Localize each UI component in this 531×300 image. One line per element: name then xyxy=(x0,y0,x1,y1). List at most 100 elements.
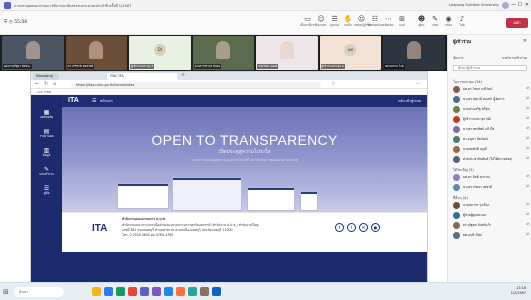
site-sidebar-item[interactable]: ✎ แบบสำรวจ xyxy=(31,166,62,177)
participant-search-input[interactable]: ค้นหาผู้เข้าร่วม xyxy=(453,65,527,71)
meeting-tool-button[interactable]: ⊞ แอป xyxy=(395,15,410,28)
hero-description: ระบบการประเมินคุณธรรมและความโปร่งใสในการ… xyxy=(191,158,298,162)
start-icon[interactable]: ⊞ xyxy=(3,288,9,296)
video-tile[interactable]: ผศ.ดร.ศรีสุดา ชัยชนะ xyxy=(2,36,64,70)
maximize-icon[interactable]: ☐ xyxy=(518,2,522,8)
panel-close-icon[interactable]: ✕ xyxy=(523,38,527,44)
taskbar-app-icon[interactable] xyxy=(116,287,125,296)
participant-row[interactable]: นายประเสริฐ ศรีสุข ⌀ xyxy=(453,106,529,114)
share-invite-button[interactable]: แชร์การเข้าร่วม xyxy=(502,55,527,61)
avatar xyxy=(453,156,460,163)
leave-button[interactable]: ออก xyxy=(506,18,528,28)
profile-avatar[interactable] xyxy=(502,2,509,9)
hamburger-icon[interactable]: ☰ xyxy=(92,98,96,104)
mic-off-icon: ⌀ xyxy=(526,86,529,91)
youtube-icon[interactable]: ● xyxy=(371,223,380,232)
meeting-tool-button[interactable]: ♪ ไมค์ xyxy=(455,15,470,28)
device-mockup-tablet xyxy=(247,187,295,211)
bookmark-link[interactable]: Link ITMS xyxy=(37,90,51,94)
participant-row[interactable]: ผศ.ดร.กิตติ สุวรรณ ⌀ xyxy=(453,174,529,182)
participant-row[interactable]: ผศ.ดร.วิทยา มณีรัตน์ ⌀ xyxy=(453,86,529,94)
participant-section-header[interactable]: ที่อื่นๆ (4) xyxy=(453,195,468,201)
new-tab-icon[interactable]: + xyxy=(181,72,185,78)
timer-icon: ◷ xyxy=(8,20,13,25)
taskbar-app-icon[interactable] xyxy=(188,287,197,296)
sidebar-label: ข้อมูล xyxy=(42,153,51,157)
meeting-toolbar: ⛨ ◷ 55:08 ▭ เนื้อหาที่แชร์ ☺ ห้องแยก ☰ มุมมอง… xyxy=(0,11,531,35)
taskbar-app-icon[interactable] xyxy=(212,287,221,296)
site-login-link[interactable]: กลับ เข้าสู่ระบบ xyxy=(398,99,421,104)
avatar xyxy=(453,232,460,239)
participant-row[interactable]: นางสาวรัตนา เพชรดี ⌀ xyxy=(453,184,529,192)
mic-off-icon: ⌀ xyxy=(526,146,529,151)
profile-name[interactable]: Leopong Suthbut University xyxy=(449,3,499,7)
video-tile[interactable]: นท ผู้เข้าร่วมประชุม 6 xyxy=(319,36,381,70)
taskbar-app-icon[interactable] xyxy=(104,287,113,296)
mic-off-icon: ⌀ xyxy=(526,106,529,111)
star-icon[interactable]: ☆ xyxy=(331,81,335,87)
taskbar-app-icon[interactable] xyxy=(176,287,185,296)
browser-tab-active[interactable]: ITAC ITA xyxy=(107,73,177,80)
ita-logo[interactable]: ITA xyxy=(68,97,79,104)
email-icon[interactable]: ✉ xyxy=(359,223,368,232)
participant-row[interactable]: ดร.ณัฐพล จันทร์แก้ว ⌀ xyxy=(453,222,529,230)
footer-logo: ITA xyxy=(92,223,108,234)
participant-name: ผู้เข้าร่วมประชุม 3 xyxy=(130,64,155,69)
system-clock[interactable]: 13:18 1/2/2567 xyxy=(511,286,526,296)
site-sidebar-item[interactable]: ☰ คู่มือ xyxy=(31,185,62,196)
participant-row-name: ผศ.ดร.วิทยา มณีรัตน์ xyxy=(463,87,493,91)
taskbar-app-icon[interactable] xyxy=(152,287,161,296)
participant-row[interactable]: ฝ่ายประชาสัมพันธ์ (ไม่ได้ตรวจสอบ) ⌀ xyxy=(453,156,529,164)
back-icon[interactable]: ← xyxy=(35,81,39,87)
participant-section-header[interactable]: ในการประชุม (34) xyxy=(453,79,482,85)
avatar xyxy=(453,86,460,93)
close-icon[interactable]: ✕ xyxy=(525,2,529,8)
participant-row[interactable]: นางสาวสุมาลี ทองคำ ผู้จัดการ ⌀ xyxy=(453,96,529,104)
twitter-icon[interactable]: t xyxy=(347,223,356,232)
participant-row[interactable]: ผู้เข้าร่วมประชุม NA ⌀ xyxy=(453,116,529,124)
taskbar-app-icon[interactable] xyxy=(200,287,209,296)
url-field[interactable]: https://itas.nacc.go.th/home/index xyxy=(71,81,321,88)
video-tile[interactable]: นางสาวจิราพร มั่นคง xyxy=(192,36,254,70)
device-mockup-laptop xyxy=(172,177,242,211)
participant-row[interactable]: ดร.อนุชา ชัยวัฒน์ ⌀ xyxy=(453,136,529,144)
site-sidebar-item[interactable]: ▥ ข้อมูล xyxy=(31,147,62,158)
video-tile[interactable]: DI ผู้เข้าร่วมประชุม 3 xyxy=(129,36,191,70)
video-tile[interactable]: ดร.ปาริชาติ สุขสวัสดิ์ xyxy=(65,36,127,70)
participant-row[interactable]: นายสมศักดิ์ บุญมี ⌀ xyxy=(453,146,529,154)
avatar xyxy=(453,116,460,123)
site-sidebar-item[interactable]: ▤ รายงานผล xyxy=(31,128,62,139)
video-tile[interactable]: ผศ.สมชาย ใจดี xyxy=(383,36,445,70)
refresh-icon[interactable]: ↻ xyxy=(44,81,48,87)
site-home-link[interactable]: หน้าแรก xyxy=(100,99,113,104)
video-tile[interactable]: นายวัชระ ทองดี xyxy=(256,36,318,70)
taskbar-app-icon[interactable] xyxy=(128,287,137,296)
participant-name: ดร.ปาริชาติ สุขสวัสดิ์ xyxy=(66,64,95,69)
taskbar-app-icon[interactable] xyxy=(92,287,101,296)
avatar xyxy=(453,184,460,191)
hero-title: OPEN TO TRANSPARENCY xyxy=(151,132,338,148)
participant-row[interactable]: นายธนากร รุ่งเรือง ⌀ xyxy=(453,202,529,210)
taskbar-search[interactable]: ค้นหา xyxy=(14,287,64,297)
participant-row[interactable]: ผศ.อรุณี มีสุข ⌀ xyxy=(453,232,529,240)
taskbar-app-icon[interactable] xyxy=(140,287,149,296)
browser-tab[interactable]: Managing xyxy=(33,73,59,80)
tool-label: แอป xyxy=(399,23,405,27)
site-sidebar-item[interactable]: ▦ แดชบอร์ด xyxy=(31,109,62,120)
manage-button[interactable]: จัดการ xyxy=(453,55,464,61)
participant-row[interactable]: ผู้ช่วยผู้ดูแลระบบ ⌀ xyxy=(453,212,529,220)
minimize-icon[interactable]: — xyxy=(511,2,516,8)
video-strip: ผศ.ดร.ศรีสุดา ชัยชนะ ดร.ปาริชาติ สุขสวัสด… xyxy=(0,35,447,71)
taskbar-app-icon[interactable] xyxy=(164,287,173,296)
participant-row[interactable]: นางสาวพรทิพย์ แก้วใส ⌀ xyxy=(453,126,529,134)
mic-off-icon: ⌀ xyxy=(526,174,529,179)
address-bar: ← ↻ ⌂ https://itas.nacc.go.th/home/index… xyxy=(31,80,427,89)
participant-name: นางสาวจิราพร มั่นคง xyxy=(193,64,222,69)
home-icon[interactable]: ⌂ xyxy=(53,81,56,87)
avatar xyxy=(453,106,460,113)
participant-section-header[interactable]: ได้รับเชิญ (3) xyxy=(453,167,474,173)
browser-menu-icon[interactable]: ⋯ xyxy=(416,81,421,87)
participant-row-name: ผู้ช่วยผู้ดูแลระบบ xyxy=(463,213,487,217)
participant-row-name: นายประเสริฐ ศรีสุข xyxy=(463,107,490,111)
facebook-icon[interactable]: f xyxy=(335,223,344,232)
